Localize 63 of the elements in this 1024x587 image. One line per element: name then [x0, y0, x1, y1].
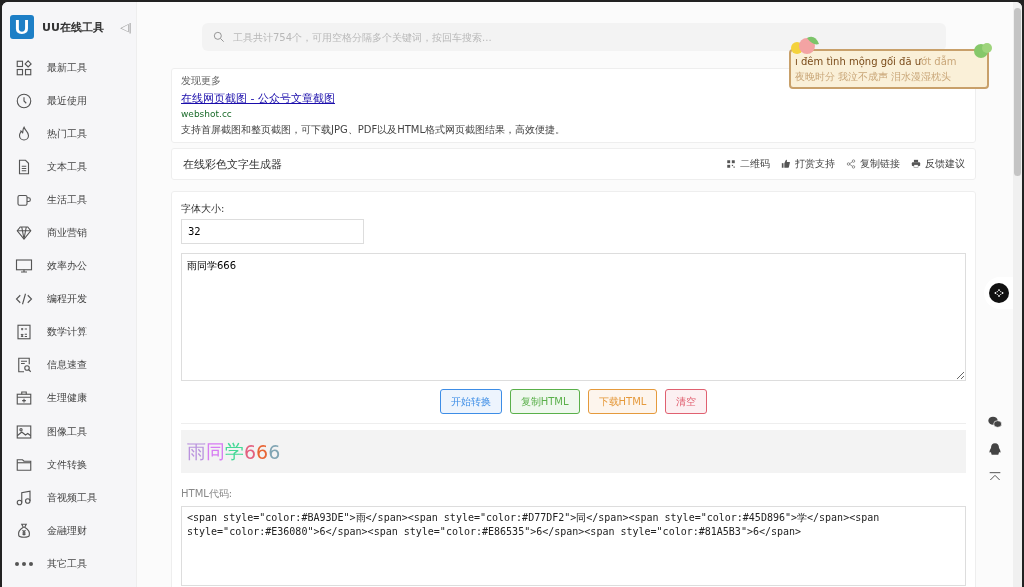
sidebar-item[interactable]: 编程开发	[10, 282, 136, 316]
logo: U	[10, 15, 34, 39]
penguin-icon	[987, 442, 1003, 458]
font-size-field[interactable]: 32	[181, 219, 364, 244]
scrollbar-thumb[interactable]	[1014, 8, 1021, 176]
colored-character: 6	[256, 440, 269, 463]
ad-description: 支持首屏截图和整页截图，可下载JPG、PDF以及HTML格式网页截图结果，高效便捷。	[181, 123, 567, 137]
colored-character: 同	[206, 438, 225, 464]
scrollbar[interactable]	[1013, 2, 1022, 587]
ad-domain: webshot.cc	[181, 109, 233, 119]
sidebar-item[interactable]: 最近使用	[10, 84, 136, 118]
sidebar-item[interactable]: 数学计算	[10, 315, 136, 349]
sidebar-item[interactable]: 最新工具	[10, 51, 136, 85]
colored-character: 6	[244, 440, 257, 463]
chat-bubbles-icon	[987, 414, 1003, 430]
text-input-area[interactable]: 雨同学666	[181, 253, 966, 381]
code-text: <span style="color:#BA93DE">雨</span><span style="color:#D77DF2">同</span><span style="color:#45D896">学</span><span style="color:#E36080">6</span><span style="color:#E86535">6</span><span style="color:#81A5B3">6</span>	[187, 512, 880, 537]
sidebar-item[interactable]: 生理健康	[10, 381, 136, 416]
floating-button[interactable]	[984, 277, 1014, 309]
action-link[interactable]: 二维码	[726, 157, 770, 171]
diamond-dots-icon	[989, 283, 1009, 303]
lyric-line: 夜晚时分 我泣不成声 泪水漫湿枕头	[795, 70, 953, 84]
share-icon	[846, 159, 856, 169]
sidebar-item[interactable]: 热门工具	[10, 117, 136, 151]
sidebar-item[interactable]: 效率办公	[10, 249, 136, 283]
sidebar-item[interactable]: 文件转换	[10, 448, 136, 482]
ad-tag: 发现更多	[181, 74, 221, 88]
calculator-icon	[15, 323, 33, 342]
sidebar-item[interactable]: 信息速查	[10, 348, 136, 382]
printer-icon	[911, 159, 921, 169]
medical-kit-icon	[15, 389, 33, 408]
site-title: UU在线工具	[42, 19, 104, 35]
action-link[interactable]: 反馈建议	[911, 157, 965, 171]
monitor-icon	[15, 257, 33, 276]
lyric-line: ı đêm tình mộng gối đã ướt đẫm	[795, 54, 958, 69]
sidebar-item[interactable]: 商业营销	[10, 216, 136, 250]
clock-icon	[15, 91, 33, 110]
search-icon	[212, 30, 226, 44]
field-label: HTML代码:	[181, 487, 234, 501]
money-bag-icon	[15, 521, 33, 540]
colored-character: 雨	[187, 438, 206, 464]
colored-character: 6	[268, 440, 281, 463]
ad-link[interactable]: 在线网页截图 - 公众号文章截图	[181, 91, 966, 106]
colored-character: 学	[225, 438, 244, 464]
action-link[interactable]: 复制链接	[846, 157, 900, 171]
diamond-icon	[15, 224, 33, 242]
sidebar-item[interactable]: 音视频工具	[10, 481, 136, 515]
sidebar-item[interactable]: 文本工具	[10, 150, 136, 184]
search-document-icon	[15, 356, 33, 375]
sidebar-item[interactable]: 其它工具	[10, 547, 136, 581]
sidebar-item[interactable]: 生活工具	[10, 183, 136, 217]
qr-code-icon	[726, 159, 736, 169]
tool-title: 在线彩色文字生成器	[183, 156, 282, 172]
more-icon	[15, 561, 33, 566]
sidebar-item[interactable]: 金融理财	[10, 514, 136, 548]
field-label: 字体大小:	[181, 202, 226, 216]
sidebar-item[interactable]: 图像工具	[10, 415, 136, 449]
leaf-decoration-drawing	[973, 42, 993, 58]
thumbs-up-icon	[781, 159, 791, 169]
image-icon	[15, 422, 33, 441]
action-link[interactable]: 打赏支持	[781, 157, 835, 171]
grid-icon	[15, 58, 33, 77]
music-icon	[15, 488, 33, 507]
